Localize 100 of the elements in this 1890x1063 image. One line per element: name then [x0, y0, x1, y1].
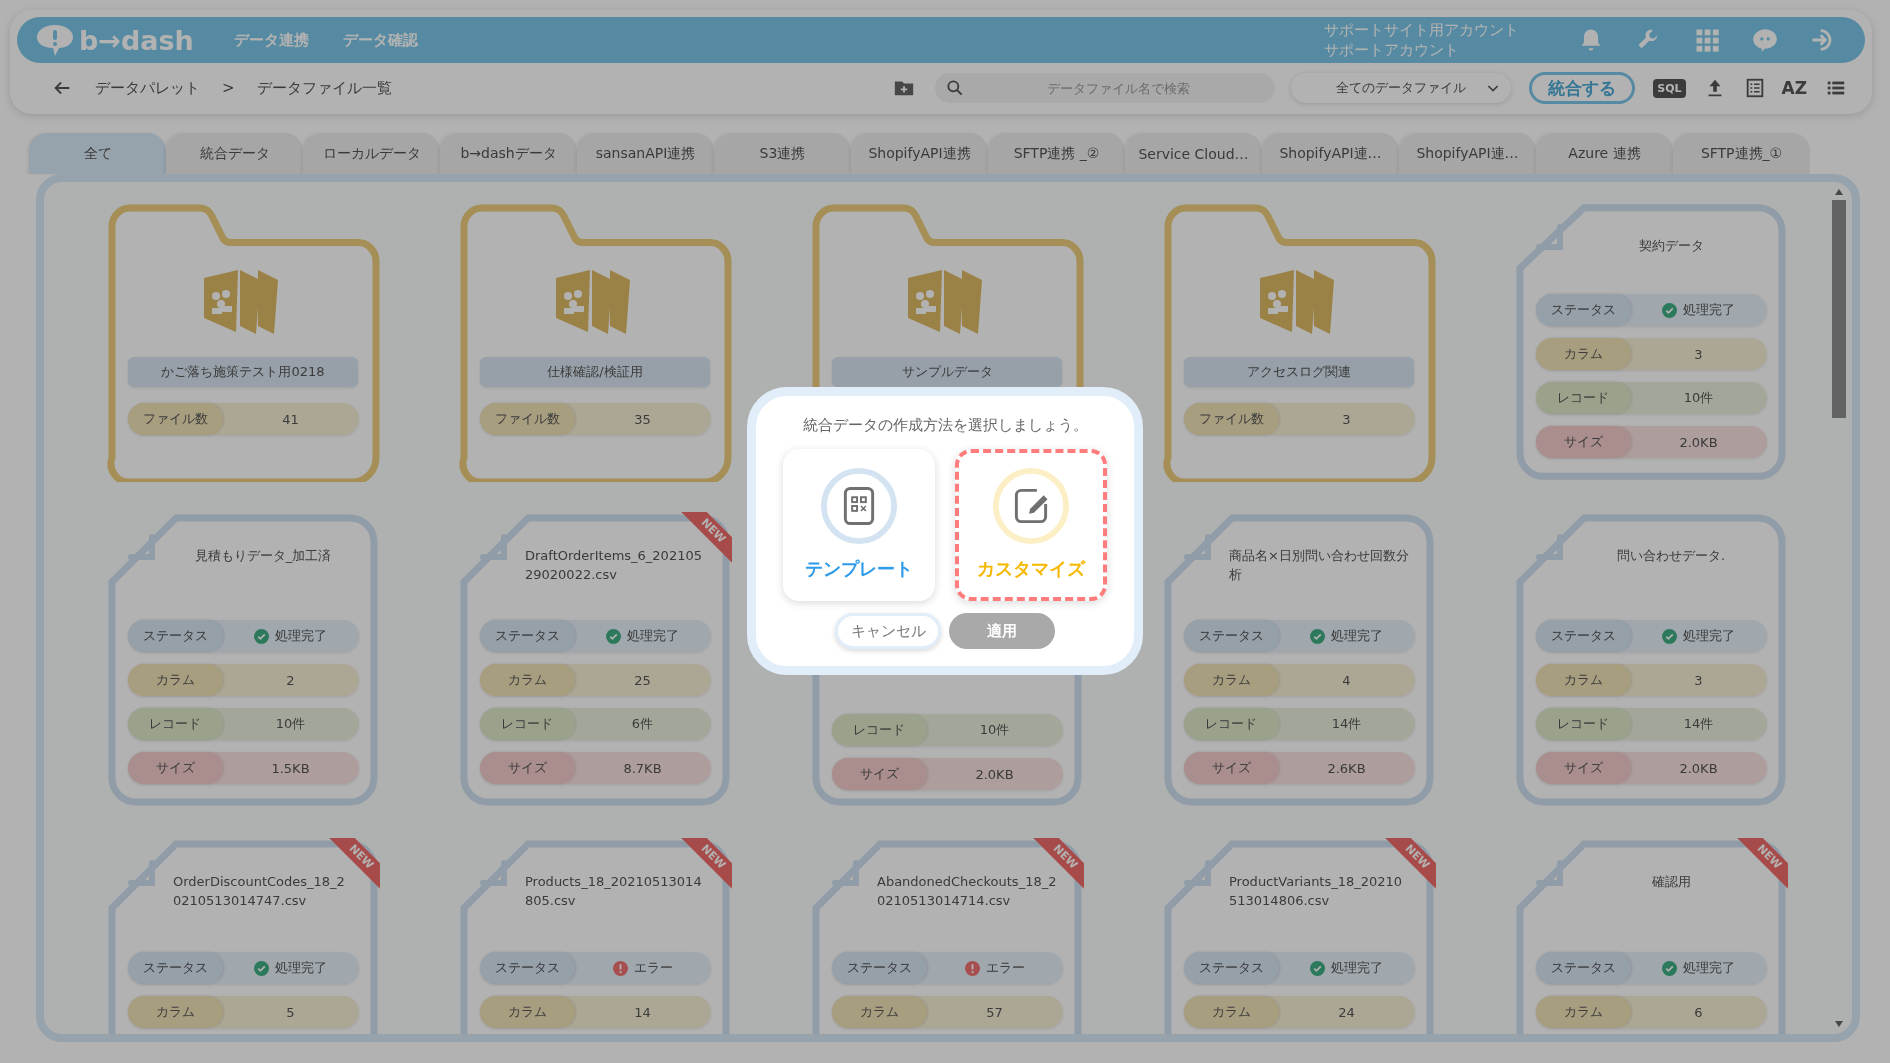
pill-value: 2.0KB: [1679, 434, 1718, 450]
pill-label: ステータス: [1535, 952, 1631, 984]
pill-label: ステータス: [479, 620, 575, 652]
pill-value: 処理完了: [627, 627, 679, 645]
tab[interactable]: Azure 連携: [1536, 133, 1673, 174]
pill-value: 24: [1338, 1004, 1355, 1020]
tab[interactable]: b→dashデータ: [440, 133, 577, 174]
pill-label: サイズ: [1183, 752, 1279, 784]
scroll-down-icon[interactable]: [1834, 1020, 1844, 1028]
tab[interactable]: ShopifyAPI連携: [851, 133, 988, 174]
folder-name: 仕様確認/検証用: [480, 357, 710, 387]
pill-label: ステータス: [1535, 294, 1631, 326]
sql-button[interactable]: SQL: [1653, 78, 1686, 98]
pill-label: サイズ: [127, 752, 223, 784]
pill-label: レコード: [127, 708, 223, 740]
filter-dropdown[interactable]: 全てのデータファイル: [1291, 73, 1512, 103]
pill-value: 57: [986, 1004, 1003, 1020]
file-name: OrderDiscountCodes_18_20210513014747.csv: [173, 873, 346, 910]
pill-label: カラム: [1183, 996, 1279, 1028]
pill-value: 10件: [1683, 389, 1714, 407]
tab[interactable]: 統合データ: [166, 133, 303, 174]
logo-icon: [35, 23, 75, 57]
pill-label: ファイル数: [1183, 403, 1279, 435]
pill-value: 4: [1342, 672, 1351, 688]
pill-label: ステータス: [831, 952, 927, 984]
pill-value: 処理完了: [1683, 959, 1735, 977]
pill-label: サイズ: [479, 752, 575, 784]
pill-value: 41: [282, 411, 299, 427]
file-name: AbandonedCheckouts_18_20210513014714.csv: [877, 873, 1057, 910]
pill-value: 6件: [631, 715, 654, 733]
pill-label: サイズ: [831, 758, 927, 790]
cancel-button[interactable]: キャンセル: [835, 613, 941, 649]
pill-label: ステータス: [127, 952, 223, 984]
pill-label: カラム: [831, 996, 927, 1028]
chat-bubble-icon[interactable]: [1751, 26, 1779, 54]
pill-label: カラム: [479, 664, 575, 696]
pill-value: 2: [286, 672, 295, 688]
tab[interactable]: ローカルデータ: [303, 133, 440, 174]
pill-label: レコード: [1183, 708, 1279, 740]
pill-label: カラム: [1183, 664, 1279, 696]
pill-label: サイズ: [1535, 426, 1631, 458]
pill-value: 処理完了: [1331, 627, 1383, 645]
pill-label: レコード: [831, 714, 927, 746]
pill-value: 25: [634, 672, 651, 688]
pill-label: ファイル数: [127, 403, 223, 435]
tab[interactable]: SFTP連携_①: [1673, 133, 1810, 174]
tab[interactable]: Service Cloud…: [1125, 133, 1262, 174]
pill-label: ファイル数: [479, 403, 575, 435]
pill-value: 6: [1694, 1004, 1703, 1020]
pill-value: 3: [1342, 411, 1351, 427]
pill-value: 10件: [979, 721, 1010, 739]
tab[interactable]: 全て: [29, 133, 166, 174]
template-grid-icon: [820, 467, 898, 545]
breadcrumb-link[interactable]: データパレット: [95, 78, 200, 98]
logo-text: b→dash: [79, 24, 194, 56]
pill-value: 処理完了: [1683, 301, 1735, 319]
scrollbar-thumb[interactable]: [1832, 200, 1846, 418]
scroll-up-icon[interactable]: [1834, 188, 1844, 196]
tab[interactable]: ShopifyAPI連…: [1399, 133, 1536, 174]
pill-label: サイズ: [1535, 752, 1631, 784]
pill-value: 10件: [275, 715, 306, 733]
tab[interactable]: S3連携: [714, 133, 851, 174]
pill-value: 処理完了: [275, 959, 327, 977]
account-name: サポートアカウント: [1324, 40, 1460, 60]
pill-value: エラー: [985, 959, 1025, 977]
pill-value: 14: [634, 1004, 651, 1020]
file-name: 確認用: [1651, 873, 1691, 891]
pill-value: 8.7KB: [623, 760, 662, 776]
tab[interactable]: SFTP連携 _②: [988, 133, 1125, 174]
pill-value: 処理完了: [1683, 627, 1735, 645]
file-name: 問い合わせデータ.: [1616, 547, 1726, 565]
pill-value: 2.0KB: [1679, 760, 1718, 776]
account-name: サポートサイト用アカウント: [1324, 20, 1519, 40]
pill-value: 処理完了: [275, 627, 327, 645]
pill-value: 5: [286, 1004, 295, 1020]
pill-label: カラム: [1535, 996, 1631, 1028]
pill-value: エラー: [633, 959, 673, 977]
folder-name: アクセスログ関連: [1184, 357, 1414, 387]
tab[interactable]: ShopifyAPI連…: [1262, 133, 1399, 174]
pill-value: 処理完了: [1331, 959, 1383, 977]
pill-value: 14件: [1331, 715, 1362, 733]
file-name: DraftOrderItems_6_20210529020022.csv: [525, 547, 703, 584]
pill-label: ステータス: [1535, 620, 1631, 652]
pill-label: レコード: [1535, 708, 1631, 740]
tab[interactable]: sansanAPI連携: [577, 133, 714, 174]
sort-button[interactable]: AZ: [1781, 78, 1807, 98]
modal-prompt: 統合データの作成方法を選択しましょう。: [802, 416, 1088, 435]
file-name: 見積もりデータ_加工済: [194, 547, 332, 565]
file-name: ProductVariants_18_20210513014806.csv: [1229, 873, 1404, 910]
pill-label: ステータス: [1183, 620, 1279, 652]
pill-label: カラム: [1535, 664, 1631, 696]
breadcrumb-current: データファイル一覧: [256, 78, 392, 98]
pill-label: レコード: [1535, 382, 1631, 414]
edit-note-icon: [992, 467, 1070, 545]
pill-label: カラム: [127, 996, 223, 1028]
folder-name: かご落ち施策テスト用0218: [128, 357, 358, 387]
pill-value: 3: [1694, 346, 1703, 362]
pill-value: 14件: [1683, 715, 1714, 733]
breadcrumb-separator: >: [222, 79, 235, 97]
pill-label: カラム: [479, 996, 575, 1028]
